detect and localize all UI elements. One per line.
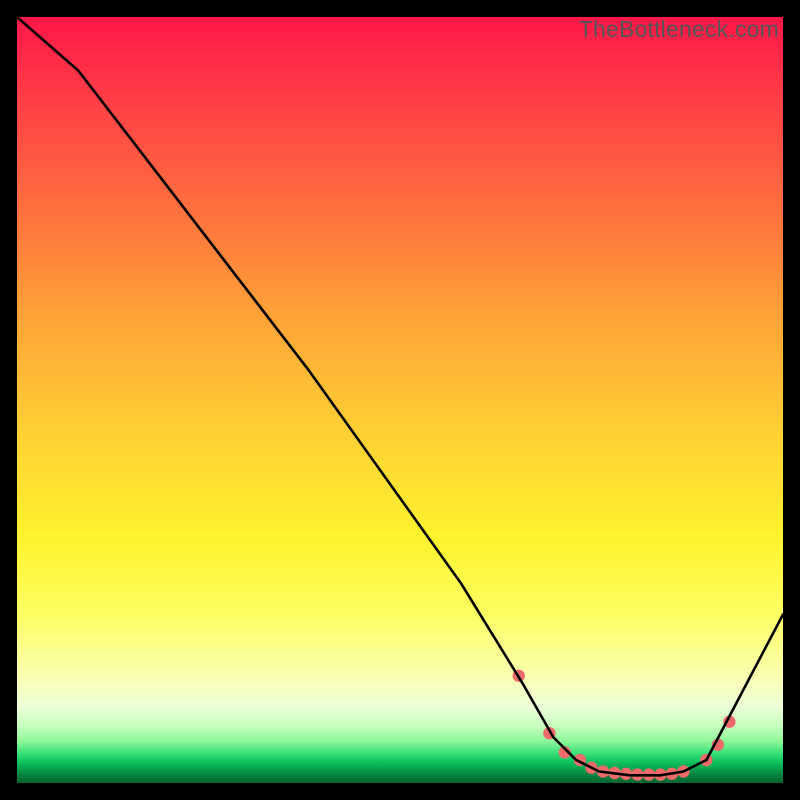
watermark-text: TheBottleneck.com (579, 16, 779, 43)
bottleneck-curve (17, 17, 783, 775)
plot-svg (17, 17, 783, 783)
plot-frame: TheBottleneck.com (17, 17, 783, 783)
